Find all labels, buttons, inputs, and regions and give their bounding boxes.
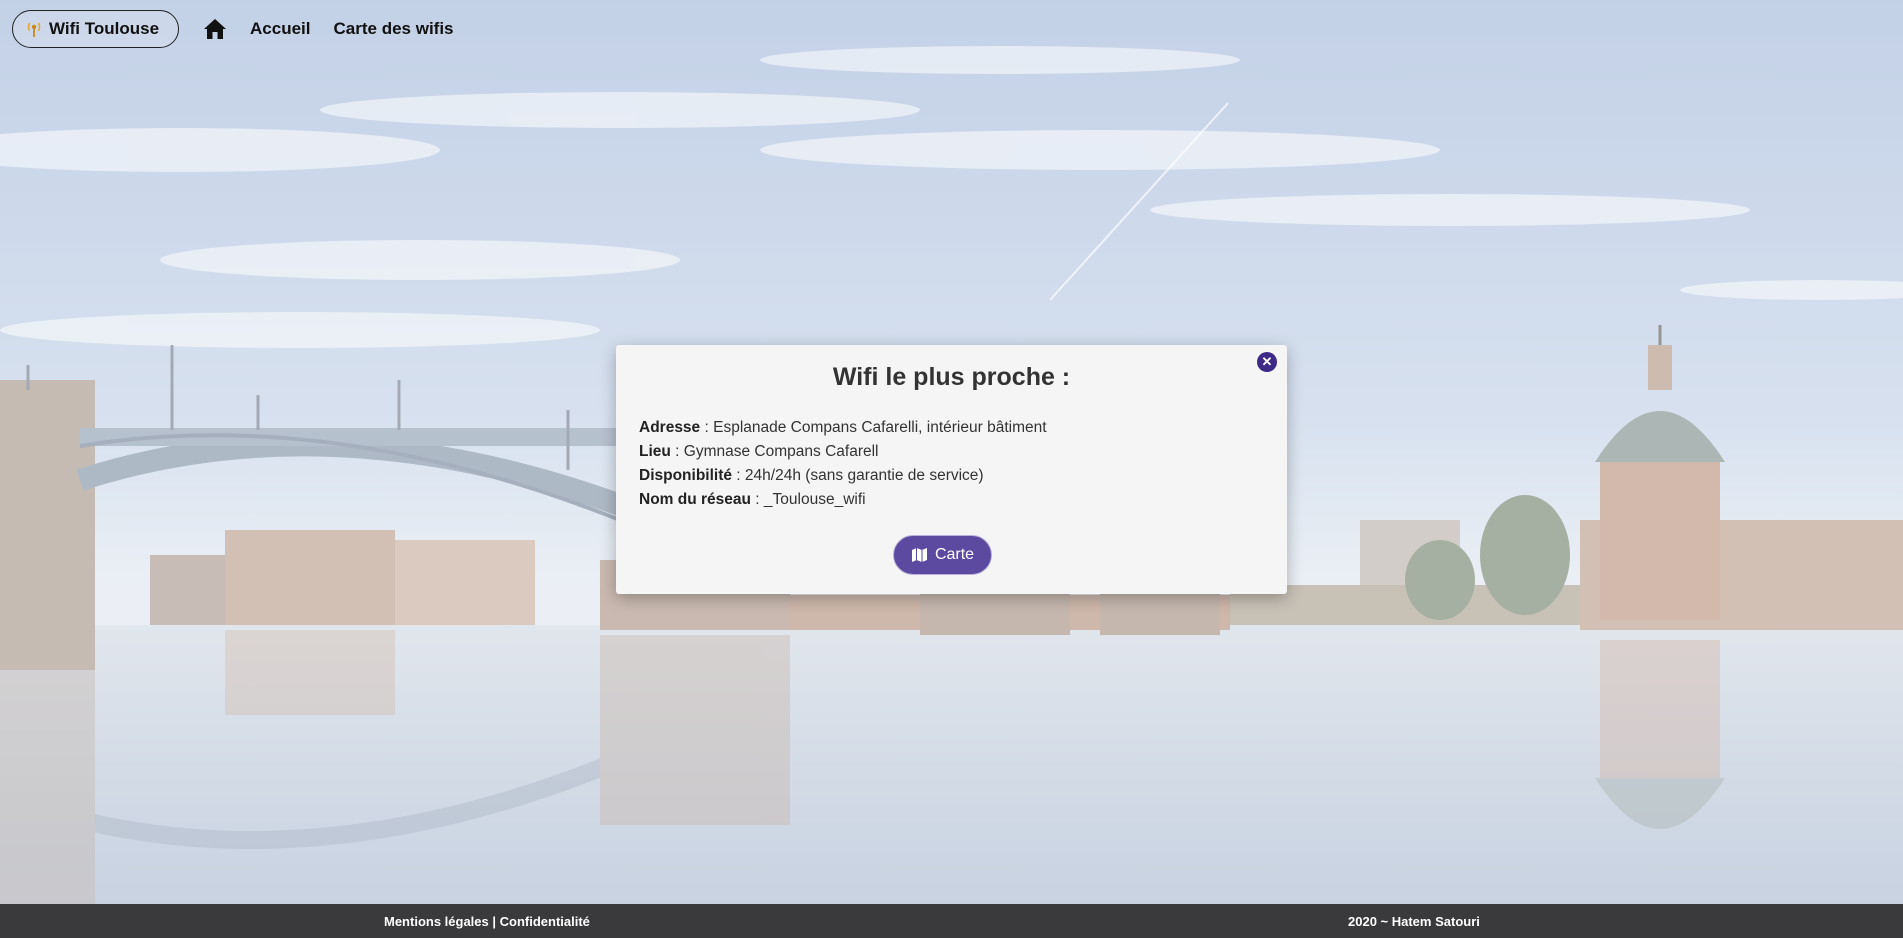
info-value: Gymnase Compans Cafarell <box>683 443 879 460</box>
info-label: Disponibilité <box>639 467 732 484</box>
wifi-antenna-icon <box>25 20 43 38</box>
navbar: Wifi Toulouse Accueil Carte des wifis <box>12 9 454 49</box>
footer-separator: | <box>488 914 500 929</box>
brand-label: Wifi Toulouse <box>49 19 160 38</box>
nav-link-accueil[interactable]: Accueil <box>250 19 310 39</box>
info-row-place: Lieu : Gymnase Compans Cafarell <box>639 443 879 460</box>
map-button[interactable]: Carte <box>893 535 992 575</box>
wifi-info: Adresse : Esplanade Compans Cafarelli, i… <box>639 416 1047 512</box>
nearest-wifi-modal: ✕ Wifi le plus proche : Adresse : Esplan… <box>616 345 1287 594</box>
map-button-label: Carte <box>934 546 975 563</box>
info-row-availability: Disponibilité : 24h/24h (sans garantie d… <box>639 467 984 484</box>
info-row-network: Nom du réseau : _Toulouse_wifi <box>639 491 866 508</box>
footer-credit: 2020 ~ Hatem Satouri <box>1348 914 1480 929</box>
legal-notice-link[interactable]: Mentions légales <box>384 914 489 929</box>
modal-title: Wifi le plus proche : <box>832 363 1071 391</box>
info-value: Esplanade Compans Cafarelli, intérieur b… <box>713 419 1047 436</box>
home-icon[interactable] <box>203 18 227 40</box>
brand-button[interactable]: Wifi Toulouse <box>12 10 180 48</box>
info-row-address: Adresse : Esplanade Compans Cafarelli, i… <box>639 419 1047 436</box>
info-value: _Toulouse_wifi <box>763 491 866 508</box>
info-label: Lieu <box>639 443 671 460</box>
footer-links: Mentions légales | Confidentialité <box>384 914 590 929</box>
privacy-link[interactable]: Confidentialité <box>500 914 590 929</box>
footer: Mentions légales | Confidentialité 2020 … <box>0 904 1903 938</box>
info-label: Adresse <box>639 419 701 436</box>
info-value: 24h/24h (sans garantie de service) <box>744 467 984 484</box>
nav-link-carte-des-wifis[interactable]: Carte des wifis <box>334 19 454 39</box>
info-label: Nom du réseau <box>639 491 751 508</box>
map-icon <box>911 548 927 562</box>
